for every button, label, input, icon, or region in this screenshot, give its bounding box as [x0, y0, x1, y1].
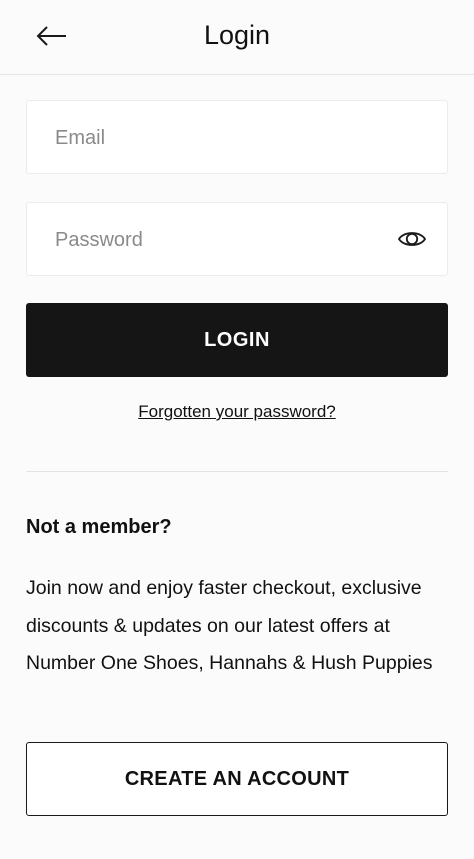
page-title: Login [203, 20, 271, 50]
password-field[interactable] [26, 202, 448, 277]
member-description: Join now and enjoy faster checkout, excl… [26, 577, 433, 675]
eye-icon [397, 232, 427, 246]
password-input[interactable] [53, 203, 397, 277]
email-field[interactable] [26, 100, 448, 175]
top-bar: Login [0, 0, 474, 75]
login-button[interactable]: LOGIN [26, 303, 448, 377]
create-account-button[interactable]: CREATE AN ACCOUNT [26, 742, 448, 816]
member-heading: Not a member? [26, 516, 172, 538]
section-divider [26, 471, 448, 472]
forgot-password-link[interactable]: Forgotten your password? [0, 402, 474, 422]
email-input[interactable] [53, 101, 397, 175]
show-password-button[interactable] [397, 226, 427, 252]
